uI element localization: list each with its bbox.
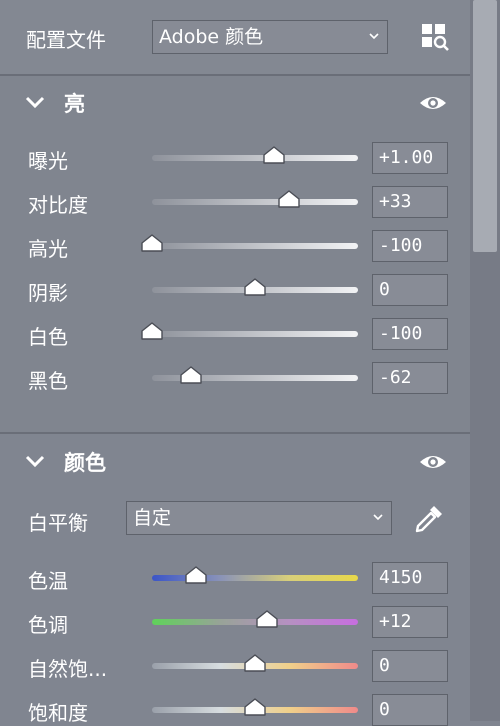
slider-thumb[interactable] xyxy=(244,698,266,716)
section-divider xyxy=(0,432,470,434)
slider-value-input[interactable]: +33 xyxy=(372,186,448,218)
chevron-down-icon[interactable] xyxy=(24,94,46,110)
slider-label: 曝光 xyxy=(28,149,68,173)
slider-track[interactable] xyxy=(152,243,358,249)
chevron-down-icon xyxy=(373,514,383,521)
slider-label: 黑色 xyxy=(28,369,68,393)
eye-icon[interactable] xyxy=(419,452,447,472)
profile-label: 配置文件 xyxy=(26,28,106,52)
light-section-title: 亮 xyxy=(64,92,85,116)
slider-thumb[interactable] xyxy=(244,654,266,672)
slider-value-input[interactable]: -100 xyxy=(372,230,448,262)
chevron-down-icon[interactable] xyxy=(24,453,46,469)
slider-thumb[interactable] xyxy=(256,610,279,628)
slider-thumb[interactable] xyxy=(141,234,163,252)
slider-value-input[interactable]: +12 xyxy=(372,606,448,638)
slider-thumb[interactable] xyxy=(180,366,202,384)
white-balance-value: 自定 xyxy=(133,507,172,529)
eye-icon[interactable] xyxy=(419,93,447,113)
profile-browser-icon[interactable] xyxy=(420,22,450,52)
slider-label: 饱和度 xyxy=(28,701,88,725)
slider-value-input[interactable]: -62 xyxy=(372,362,448,394)
eyedropper-icon[interactable] xyxy=(412,502,446,536)
slider-label: 高光 xyxy=(28,237,68,261)
slider-label: 色温 xyxy=(28,569,68,593)
adjustments-panel: 配置文件 Adobe 颜色 亮 曝光 +1.00 对比度 +33 高光 -100 阴影 0 白色… xyxy=(0,0,470,726)
slider-label: 对比度 xyxy=(28,193,88,217)
slider-track[interactable] xyxy=(152,331,358,337)
profile-header: 配置文件 Adobe 颜色 xyxy=(0,0,470,76)
slider-track[interactable] xyxy=(152,155,358,161)
white-balance-select[interactable]: 自定 xyxy=(126,501,392,535)
slider-track[interactable] xyxy=(152,619,358,625)
slider-value-input[interactable]: 0 xyxy=(372,650,448,682)
profile-select[interactable]: Adobe 颜色 xyxy=(152,20,388,54)
color-section-title: 颜色 xyxy=(64,451,106,475)
slider-value-input[interactable]: +1.00 xyxy=(372,142,448,174)
slider-label: 自然饱... xyxy=(28,657,108,681)
slider-track[interactable] xyxy=(152,199,358,205)
scrollbar-thumb[interactable] xyxy=(473,0,497,252)
slider-thumb[interactable] xyxy=(244,278,266,296)
profile-select-value: Adobe 颜色 xyxy=(159,26,264,48)
slider-track[interactable] xyxy=(152,575,358,581)
slider-thumb[interactable] xyxy=(185,566,207,584)
slider-thumb[interactable] xyxy=(262,146,285,164)
chevron-down-icon xyxy=(369,33,379,40)
slider-thumb[interactable] xyxy=(141,322,163,340)
slider-label: 色调 xyxy=(28,613,68,637)
slider-value-input[interactable]: 4150 xyxy=(372,562,448,594)
slider-value-input[interactable]: 0 xyxy=(372,274,448,306)
slider-thumb[interactable] xyxy=(278,190,300,208)
white-balance-label: 白平衡 xyxy=(28,511,88,535)
slider-label: 白色 xyxy=(28,325,68,349)
slider-value-input[interactable]: 0 xyxy=(372,694,448,726)
slider-label: 阴影 xyxy=(28,281,68,305)
slider-value-input[interactable]: -100 xyxy=(372,318,448,350)
